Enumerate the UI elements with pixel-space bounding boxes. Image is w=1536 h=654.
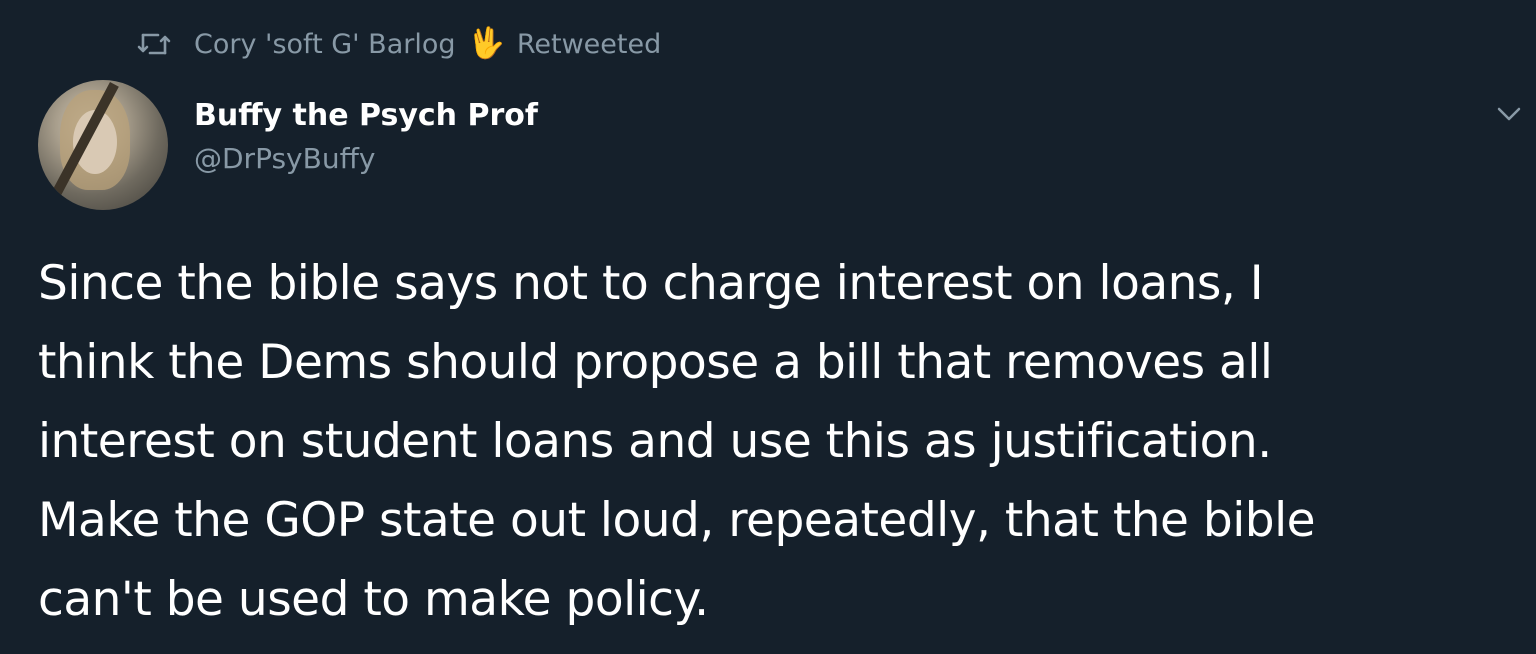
retweet-context: Cory 'soft G' Barlog 🖖 Retweeted [134, 22, 661, 66]
tweet-text-line: Make the GOP state out loud, repeatedly,… [38, 493, 1316, 548]
retweeted-label: Retweeted [516, 28, 662, 60]
tweet-card[interactable]: Cory 'soft G' Barlog 🖖 Retweeted Buffy t… [0, 0, 1536, 654]
tweet-text-line: Since the bible says not to charge inter… [38, 256, 1264, 311]
author-display-name[interactable]: Buffy the Psych Prof [194, 96, 538, 136]
vulcan-salute-emoji: 🖖 [467, 26, 505, 61]
retweeter-name[interactable]: Cory 'soft G' Barlog [194, 29, 456, 60]
author-info[interactable]: Buffy the Psych Prof @DrPsyBuffy [194, 96, 538, 178]
tweet-text-line: interest on student loans and use this a… [38, 414, 1272, 469]
tweet-text: Since the bible says not to charge inter… [38, 244, 1518, 639]
author-handle[interactable]: @DrPsyBuffy [194, 140, 538, 178]
retweet-icon [134, 29, 174, 59]
avatar[interactable] [38, 80, 168, 210]
tweet-text-line: think the Dems should propose a bill tha… [38, 335, 1273, 390]
tweet-text-line: can't be used to make policy. [38, 572, 709, 627]
chevron-down-icon[interactable] [1496, 104, 1522, 124]
